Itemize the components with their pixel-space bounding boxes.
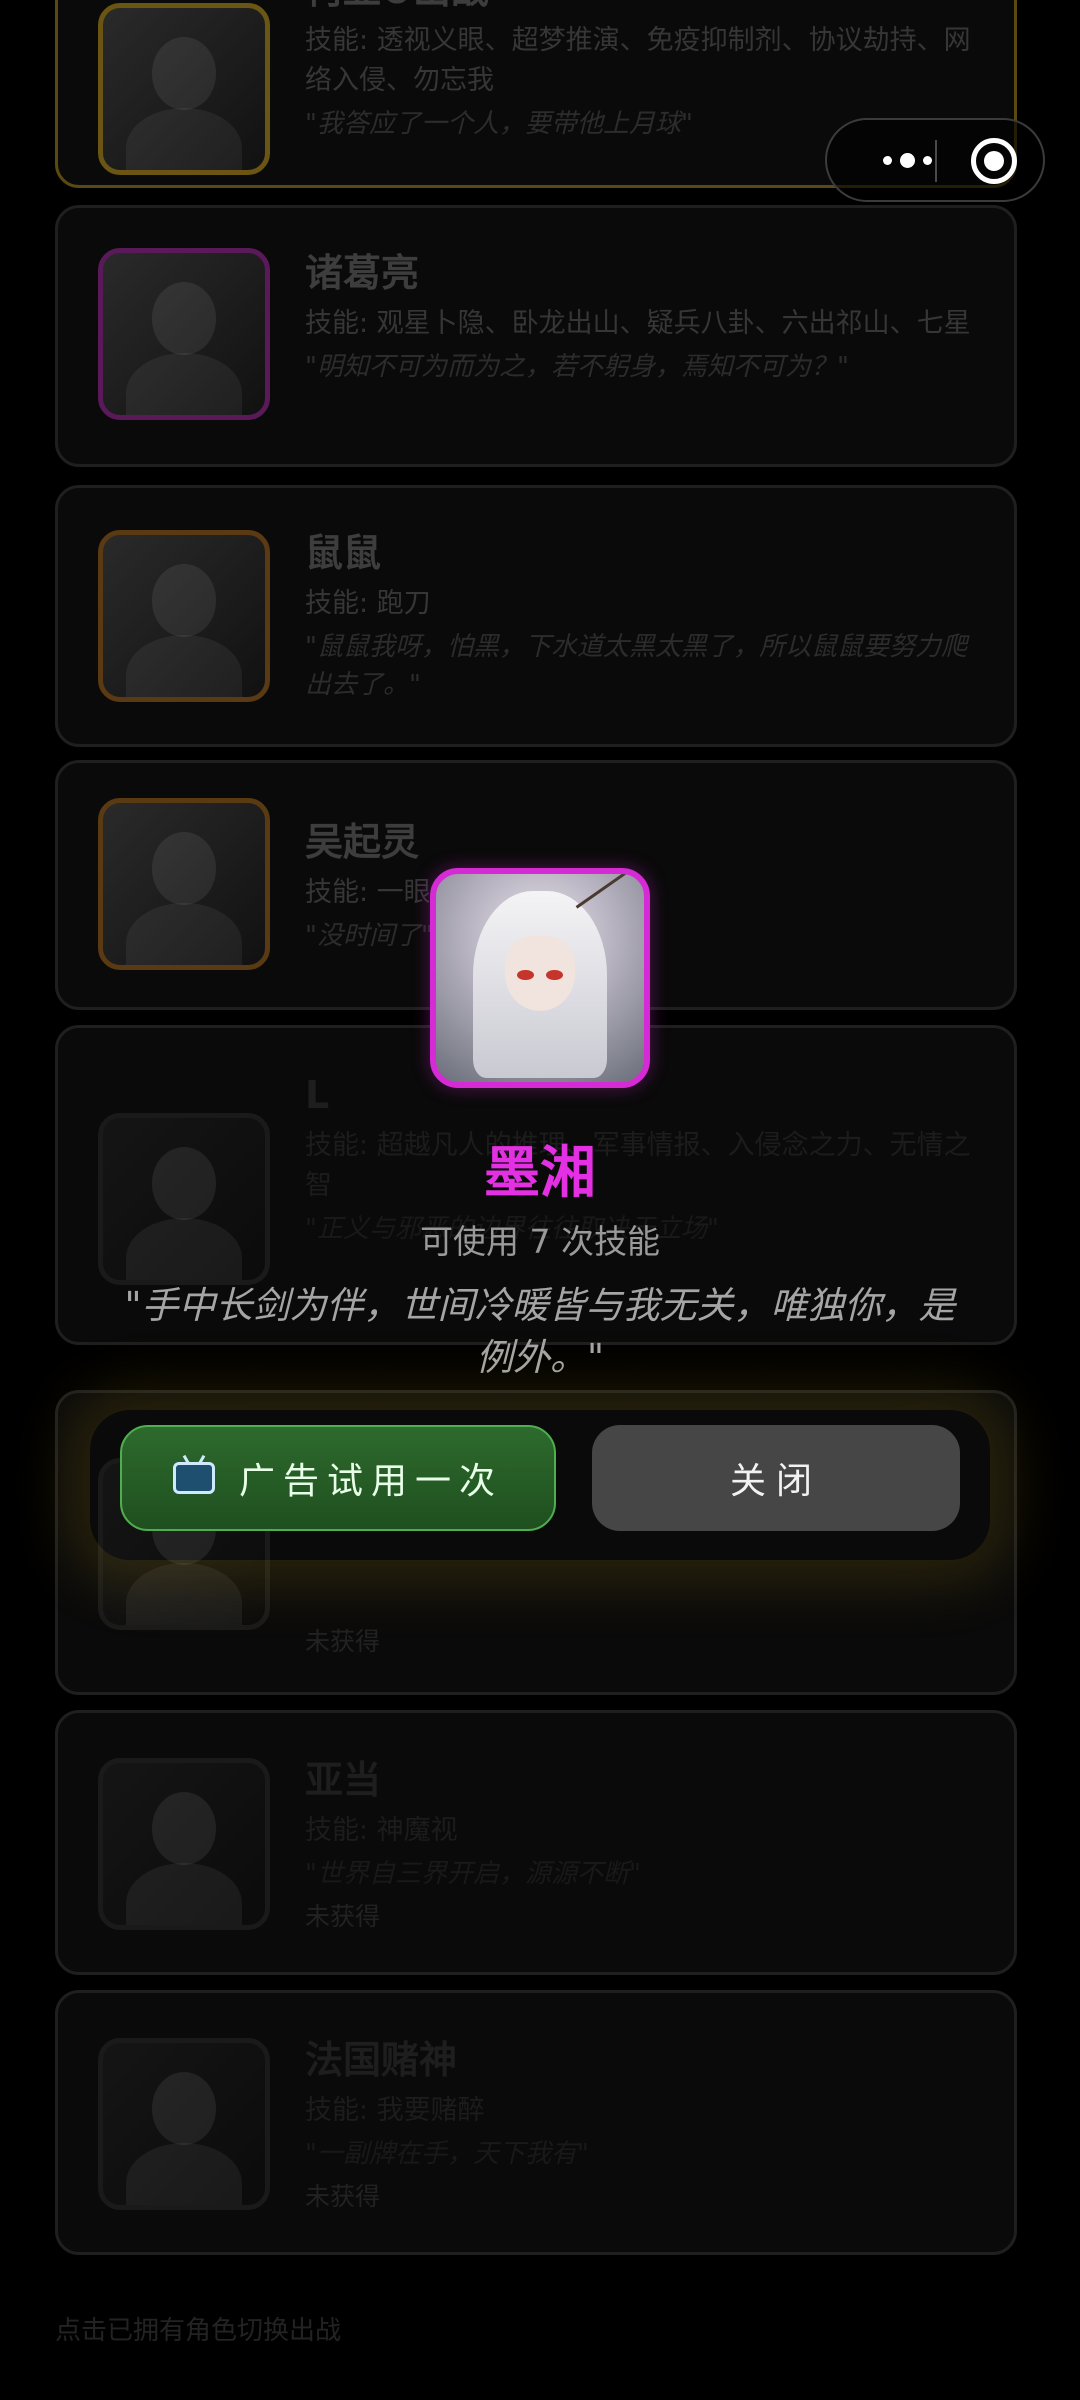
character-name: 诸葛亮 (305, 251, 420, 295)
character-avatar (98, 1758, 270, 1930)
character-status: 未获得 (305, 1902, 381, 1931)
character-skill: 技能: 我要赌醉 (305, 2095, 485, 2126)
character-card[interactable]: 法国赌神 技能: 我要赌醉 "一副牌在手，天下我有" 未获得 (55, 1990, 1017, 2255)
character-name: 鼠鼠 (305, 531, 382, 575)
character-name: 吴起灵 (305, 820, 420, 864)
character-name: 亚当 (305, 1758, 382, 1802)
mini-program-capsule (825, 118, 1045, 202)
character-quote: "世界自三界开启，源源不断" (305, 1859, 641, 1889)
modal-character-quote: "手中长剑为伴，世间冷暖皆与我无关，唯独你，是例外。" (124, 1284, 956, 1379)
character-avatar (98, 2038, 270, 2210)
tv-icon (172, 1462, 215, 1494)
character-skill: 技能: 透视义眼、超梦推演、免疫抑制剂、协议劫持、网络入侵、勿忘我 (305, 25, 971, 96)
skill-uses-count: 可使用 7 次技能 (420, 1222, 660, 1261)
character-avatar (98, 798, 270, 970)
character-card[interactable]: 诸葛亮 技能: 观星卜隐、卧龙出山、疑兵八卦、六出祁山、七星 "明知不可为而为之… (55, 205, 1017, 467)
watch-ad-trial-label: 广告试用一次 (238, 1461, 503, 1502)
character-avatar (98, 3, 270, 175)
close-button[interactable]: 关闭 (592, 1425, 960, 1531)
character-quote: "鼠鼠我呀，怕黑，下水道太黑太黑了，所以鼠鼠要努力爬出去了。" (305, 632, 967, 700)
character-card[interactable]: 鼠鼠 技能: 跑刀 "鼠鼠我呀，怕黑，下水道太黑太黑了，所以鼠鼠要努力爬出去了。… (55, 485, 1017, 747)
character-card[interactable]: 亚当 技能: 神魔视 "世界自三界开启，源源不断" 未获得 (55, 1710, 1017, 1975)
character-name: 柯亚✪出战 (305, 0, 984, 17)
character-avatar (98, 530, 270, 702)
character-avatar (98, 248, 270, 420)
character-quote: "明知不可为而为之，若不躬身，焉知不可为？" (305, 352, 849, 382)
close-button-label: 关闭 (729, 1461, 822, 1502)
character-skill: 技能: 神魔视 (305, 1815, 458, 1846)
character-skill: 技能: 跑刀 (305, 588, 431, 619)
modal-character-name: 墨湘 (484, 1141, 596, 1206)
capsule-divider (935, 140, 937, 182)
more-menu-icon[interactable] (855, 120, 959, 200)
exit-miniprogram-icon[interactable] (971, 138, 1017, 184)
character-quote: "一副牌在手，天下我有" (305, 2139, 589, 2169)
footer-hint: 点击已拥有角色切换出战 (55, 2316, 342, 2346)
character-status: 未获得 (305, 1627, 381, 1656)
character-skill: 技能: 观星卜隐、卧龙出山、疑兵八卦、六出祁山、七星 (305, 308, 971, 339)
watch-ad-trial-button[interactable]: 广告试用一次 (120, 1425, 556, 1531)
character-status: 未获得 (305, 2182, 381, 2211)
character-portrait (430, 868, 650, 1088)
character-name: 法国赌神 (305, 2038, 458, 2082)
